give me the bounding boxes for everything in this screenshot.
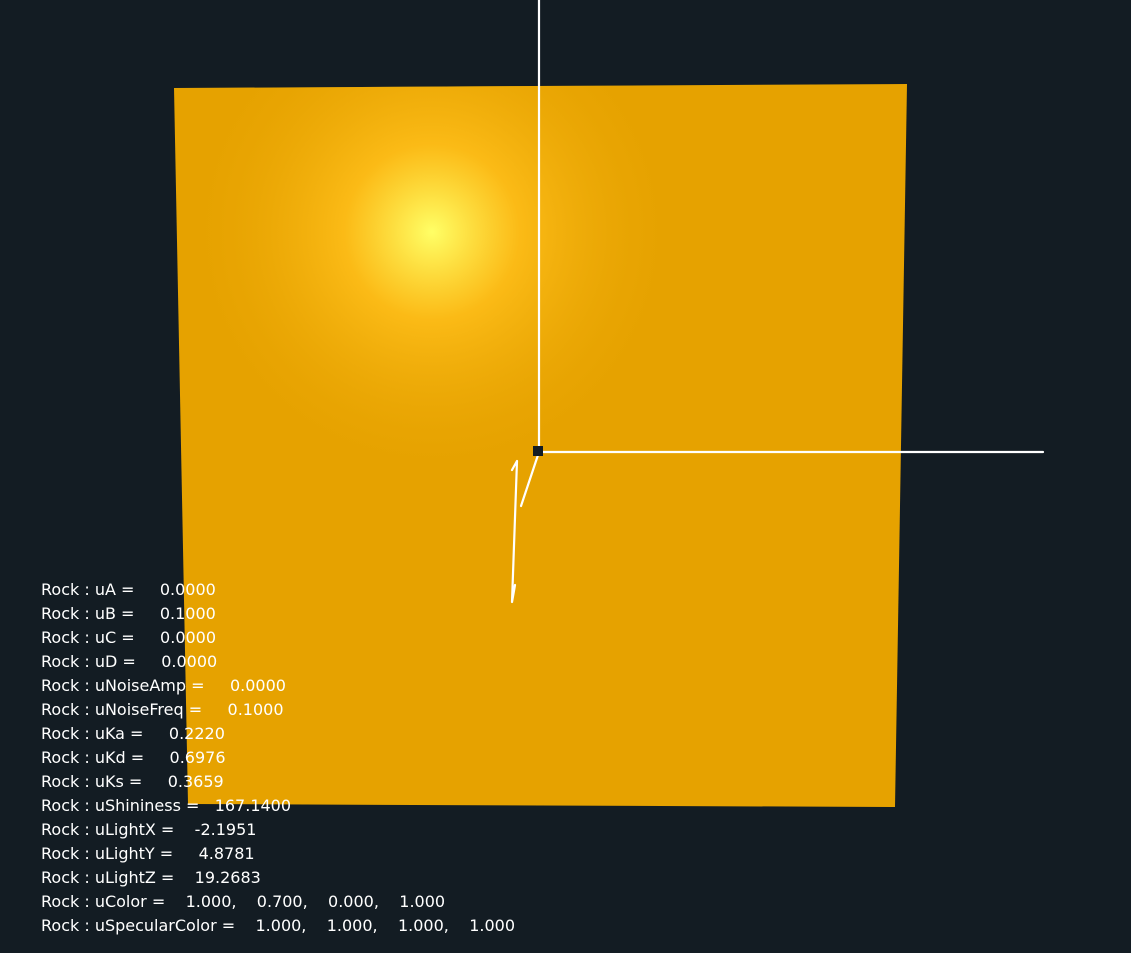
param-row: Rock : uC = 0.0000 xyxy=(41,626,515,650)
param-label: Rock : uKd = xyxy=(41,748,150,767)
param-row: Rock : uColor = 1.000, 0.700, 0.000, 1.0… xyxy=(41,890,515,914)
param-value: 19.2683 xyxy=(179,868,261,887)
param-value: 0.0000 xyxy=(139,580,216,599)
param-label: Rock : uLightX = xyxy=(41,820,180,839)
param-label: Rock : uShininess = xyxy=(41,796,205,815)
param-row: Rock : uKa = 0.2220 xyxy=(41,722,515,746)
param-value: 0.3659 xyxy=(147,772,224,791)
param-row: Rock : uKs = 0.3659 xyxy=(41,770,515,794)
param-row: Rock : uA = 0.0000 xyxy=(41,578,515,602)
param-row: Rock : uShininess = 167.1400 xyxy=(41,794,515,818)
param-label: Rock : uB = xyxy=(41,604,140,623)
param-row: Rock : uKd = 0.6976 xyxy=(41,746,515,770)
axes-origin-marker xyxy=(533,446,543,456)
uniform-parameter-list: Rock : uA = 0.0000 Rock : uB = 0.1000 Rock… xyxy=(41,578,515,938)
param-label: Rock : uLightZ = xyxy=(41,868,180,887)
param-label: Rock : uKs = xyxy=(41,772,148,791)
param-value: 0.0000 xyxy=(139,628,217,647)
param-row: Rock : uLightZ = 19.2683 xyxy=(41,866,515,890)
param-value: 4.8781 xyxy=(178,844,255,863)
param-value: 0.0000 xyxy=(140,652,218,671)
param-row: Rock : uLightX = -2.1951 xyxy=(41,818,515,842)
param-row: Rock : uLightY = 4.8781 xyxy=(41,842,515,866)
render-viewport[interactable]: Rock : uA = 0.0000 Rock : uB = 0.1000 Rock… xyxy=(0,0,1131,953)
param-value: 0.1000 xyxy=(207,700,284,719)
param-row: Rock : uB = 0.1000 xyxy=(41,602,515,626)
param-value: -2.1951 xyxy=(179,820,257,839)
param-row: Rock : uNoiseAmp = 0.0000 xyxy=(41,674,515,698)
param-label: Rock : uSpecularColor = xyxy=(41,916,241,935)
param-row: Rock : uSpecularColor = 1.000, 1.000, 1.… xyxy=(41,914,515,938)
param-label: Rock : uLightY = xyxy=(41,844,179,863)
param-row: Rock : uNoiseFreq = 0.1000 xyxy=(41,698,515,722)
param-label: Rock : uNoiseAmp = xyxy=(41,676,210,695)
param-label: Rock : uA = xyxy=(41,580,140,599)
param-value: 0.6976 xyxy=(149,748,226,767)
param-row: Rock : uD = 0.0000 xyxy=(41,650,515,674)
param-label: Rock : uKa = xyxy=(41,724,149,743)
param-value: 0.1000 xyxy=(139,604,216,623)
param-label: Rock : uC = xyxy=(41,628,140,647)
param-label: Rock : uD = xyxy=(41,652,141,671)
param-value: 0.0000 xyxy=(209,676,286,695)
param-value: 1.000, 1.000, 1.000, 1.000 xyxy=(240,916,515,935)
param-label: Rock : uColor = xyxy=(41,892,171,911)
param-value: 1.000, 0.700, 0.000, 1.000 xyxy=(170,892,446,911)
param-value: 0.2220 xyxy=(148,724,225,743)
param-label: Rock : uNoiseFreq = xyxy=(41,700,208,719)
param-value: 167.1400 xyxy=(204,796,292,815)
